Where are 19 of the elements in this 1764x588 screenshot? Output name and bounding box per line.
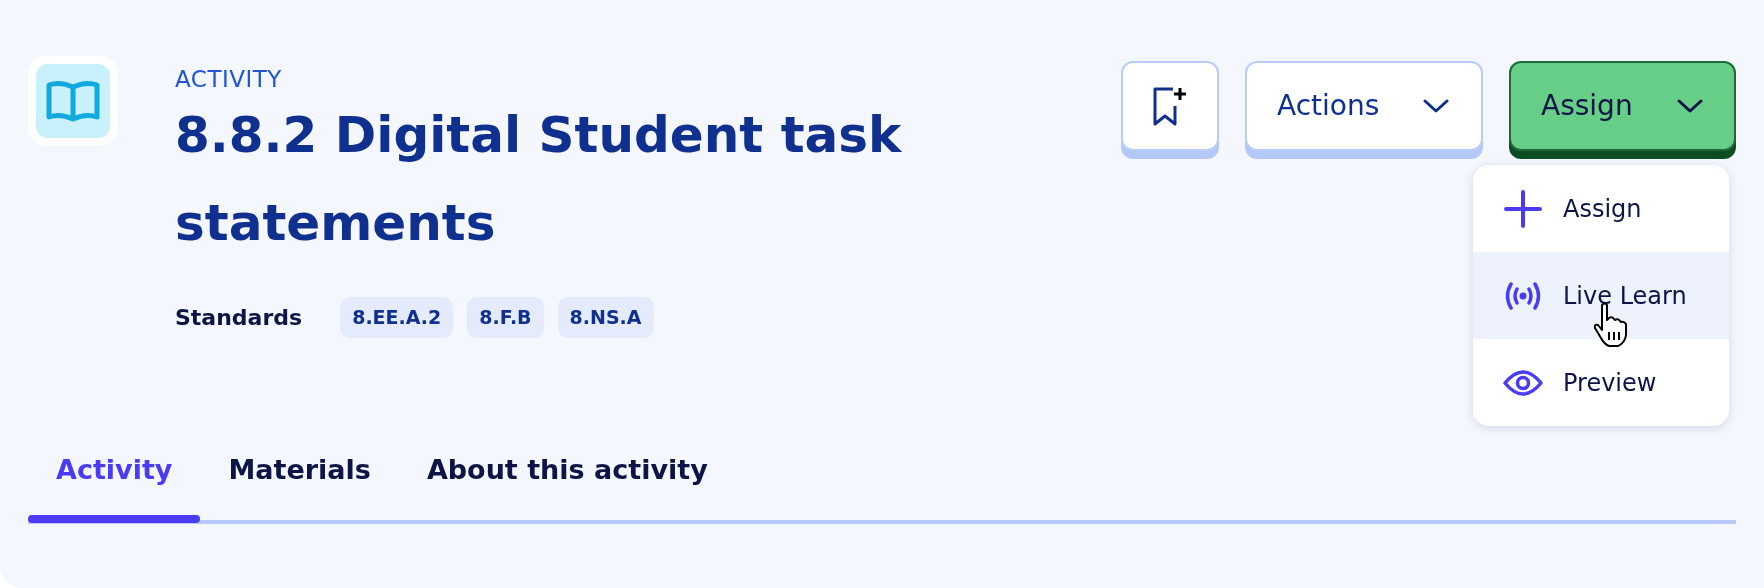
caret-icon — [1423, 98, 1450, 114]
eye-icon — [1503, 368, 1543, 397]
pointer-cursor-icon — [1592, 302, 1630, 348]
plus-icon — [1504, 189, 1542, 228]
broadcast-icon — [1503, 280, 1543, 311]
standard-tag: 8.NS.A — [557, 297, 654, 338]
tab[interactable]: About this activity — [398, 429, 736, 520]
bookmark-add-icon — [1151, 86, 1189, 126]
standard-tag: 8.EE.A.2 — [340, 297, 454, 338]
standards-label: Standards — [175, 303, 303, 332]
tab[interactable]: Materials — [200, 429, 399, 520]
book-icon — [45, 79, 101, 123]
menu-item[interactable]: Preview — [1473, 339, 1729, 426]
tab[interactable]: Activity — [28, 429, 201, 520]
standard-tag: 8.F.B — [467, 297, 544, 338]
menu-item[interactable]: Assign — [1473, 165, 1729, 252]
caret-icon — [1676, 98, 1703, 114]
activity-type-label: ACTIVITY — [175, 68, 283, 91]
activity-title: 8.8.2 Digital Student task statements — [175, 105, 903, 254]
